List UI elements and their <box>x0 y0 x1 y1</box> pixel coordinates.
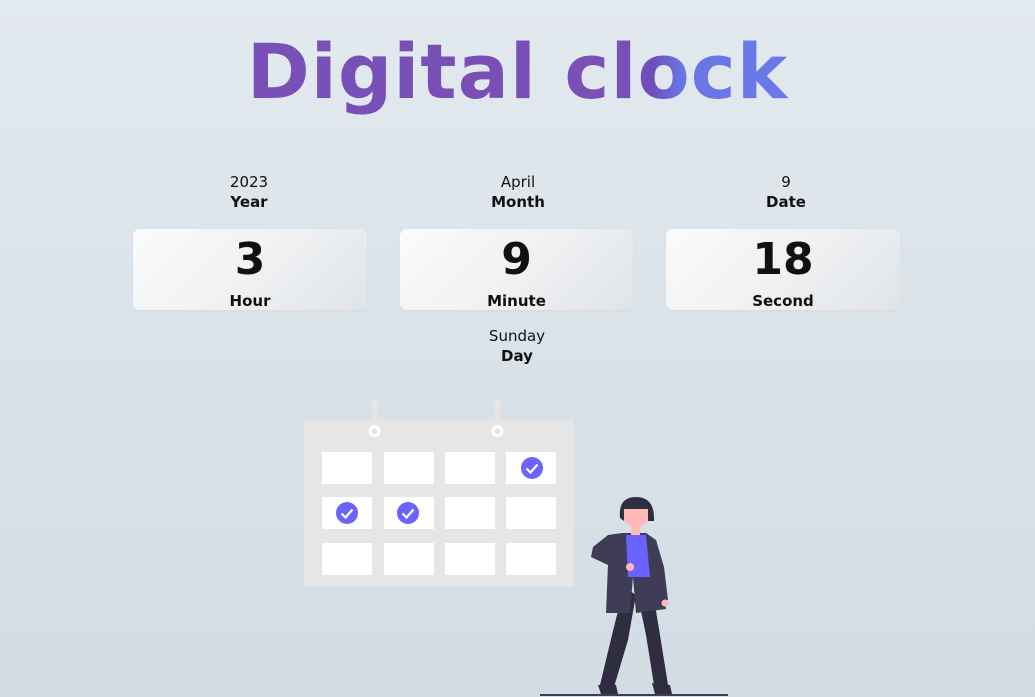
page-title: Digital clock <box>0 26 1035 118</box>
year-value: 2023 <box>229 173 269 191</box>
date-info: 9 Date <box>686 172 886 212</box>
month-value: April <box>500 173 536 191</box>
month-label: Month <box>491 193 545 211</box>
calendar-illustration <box>304 400 728 696</box>
second-value: 18 <box>752 234 814 285</box>
hour-label: Hour <box>229 292 271 310</box>
day-label: Day <box>501 347 533 365</box>
check-icon <box>336 502 358 524</box>
calendar-icon <box>304 400 574 587</box>
date-label: Date <box>766 193 806 211</box>
check-icon <box>397 502 419 524</box>
year-info: 2023 Year <box>149 172 349 212</box>
month-info: April Month <box>418 172 618 212</box>
hour-card: 3 Hour <box>133 229 367 310</box>
second-label: Second <box>752 292 814 310</box>
date-value: 9 <box>781 173 791 191</box>
minute-value: 9 <box>501 234 532 285</box>
hour-value: 3 <box>234 234 266 285</box>
second-card: 18 Second <box>666 229 900 310</box>
year-label: Year <box>230 193 268 211</box>
check-icon <box>521 457 543 479</box>
day-value: Sunday <box>488 327 546 345</box>
minute-card: 9 Minute <box>400 229 633 310</box>
day-info: Sunday Day <box>417 326 617 366</box>
minute-label: Minute <box>487 292 546 310</box>
